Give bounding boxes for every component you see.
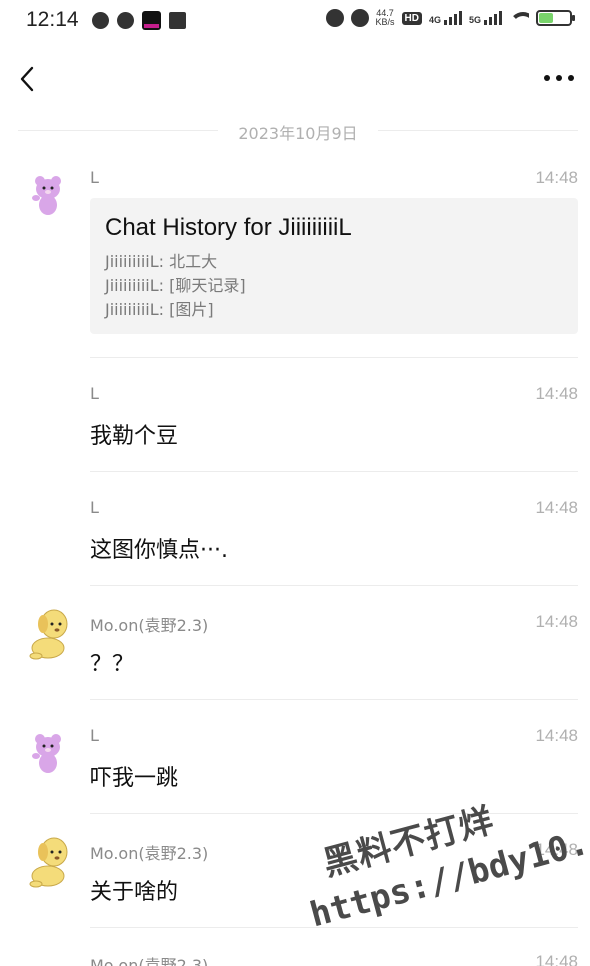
nav-bar (0, 44, 590, 114)
chat-history-line: JiiiiiiiiiL: [图片] (105, 300, 214, 319)
notification-icon (169, 12, 186, 29)
message-divider (90, 357, 578, 358)
watermark: 黑料不打烊 https://bdy10.co (282, 730, 590, 935)
purple-bear-avatar[interactable] (28, 730, 68, 774)
back-icon[interactable] (16, 62, 44, 96)
status-app-icons (92, 11, 186, 30)
status-bar: 12:14 44.7 KB/s HD 4G 5G (0, 0, 590, 44)
alarm-icon (325, 9, 344, 27)
message-text: ？？ (90, 652, 135, 677)
vpn-icon (92, 12, 109, 29)
message-text: 吓我一跳 (90, 766, 179, 791)
status-time: 12:14 (26, 8, 79, 31)
net-speed: 44.7 KB/s (376, 9, 395, 27)
more-options-icon[interactable] (544, 68, 574, 88)
hd-voice-icon: HD (401, 11, 422, 25)
chat-history-line: JiiiiiiiiiL: [聊天记录] (105, 276, 246, 295)
status-indicators: 44.7 KB/s HD 4G 5G (325, 9, 575, 27)
message-time: 14:48 (535, 612, 578, 631)
sender-name: L (90, 168, 99, 187)
sender-name: L (90, 384, 99, 403)
message-text: 这图你慎点···. (90, 538, 228, 563)
message-divider (90, 471, 578, 472)
signal-4g-icon: 4G (429, 11, 462, 25)
wechat-icon (117, 12, 134, 29)
date-label: 2023年10月9日 (238, 124, 358, 143)
sender-name: L (90, 726, 99, 745)
message-time: 14:48 (535, 168, 578, 187)
chat-history-title: Chat History for JiiiiiiiiiL (105, 214, 352, 241)
message-text: 我勒个豆 (90, 424, 179, 449)
wifi-icon (509, 10, 529, 26)
battery-icon (536, 10, 575, 26)
sender-name: Mo.on(袁野2.3) (90, 956, 209, 966)
mute-bell-icon (350, 9, 369, 27)
net-label-4g: 4G (428, 15, 441, 25)
purple-bear-avatar[interactable] (28, 172, 68, 216)
battery-level (539, 13, 553, 23)
yellow-dog-avatar[interactable] (28, 606, 68, 662)
message-divider (90, 585, 578, 586)
net-label-5g: 5G (468, 15, 481, 25)
message-time: 14:48 (535, 952, 578, 966)
net-speed-unit: KB/s (375, 17, 395, 27)
sender-name: Mo.on(袁野2.3) (90, 844, 209, 863)
message-time: 14:48 (535, 384, 578, 403)
sender-name: L (90, 498, 99, 517)
chat-history-line: JiiiiiiiiiL: 北工大 (105, 252, 218, 271)
message-text: 关于啥的 (90, 880, 179, 905)
date-divider: 2023年10月9日 (18, 118, 578, 144)
yellow-dog-avatar[interactable] (28, 834, 68, 890)
tiktok-icon (142, 11, 161, 30)
signal-5g-icon: 5G (469, 11, 502, 25)
message-divider (90, 699, 578, 700)
message-time: 14:48 (535, 498, 578, 517)
sender-name: Mo.on(袁野2.3) (90, 616, 209, 635)
chat-history-card[interactable]: Chat History for JiiiiiiiiiL JiiiiiiiiiL… (90, 198, 578, 334)
